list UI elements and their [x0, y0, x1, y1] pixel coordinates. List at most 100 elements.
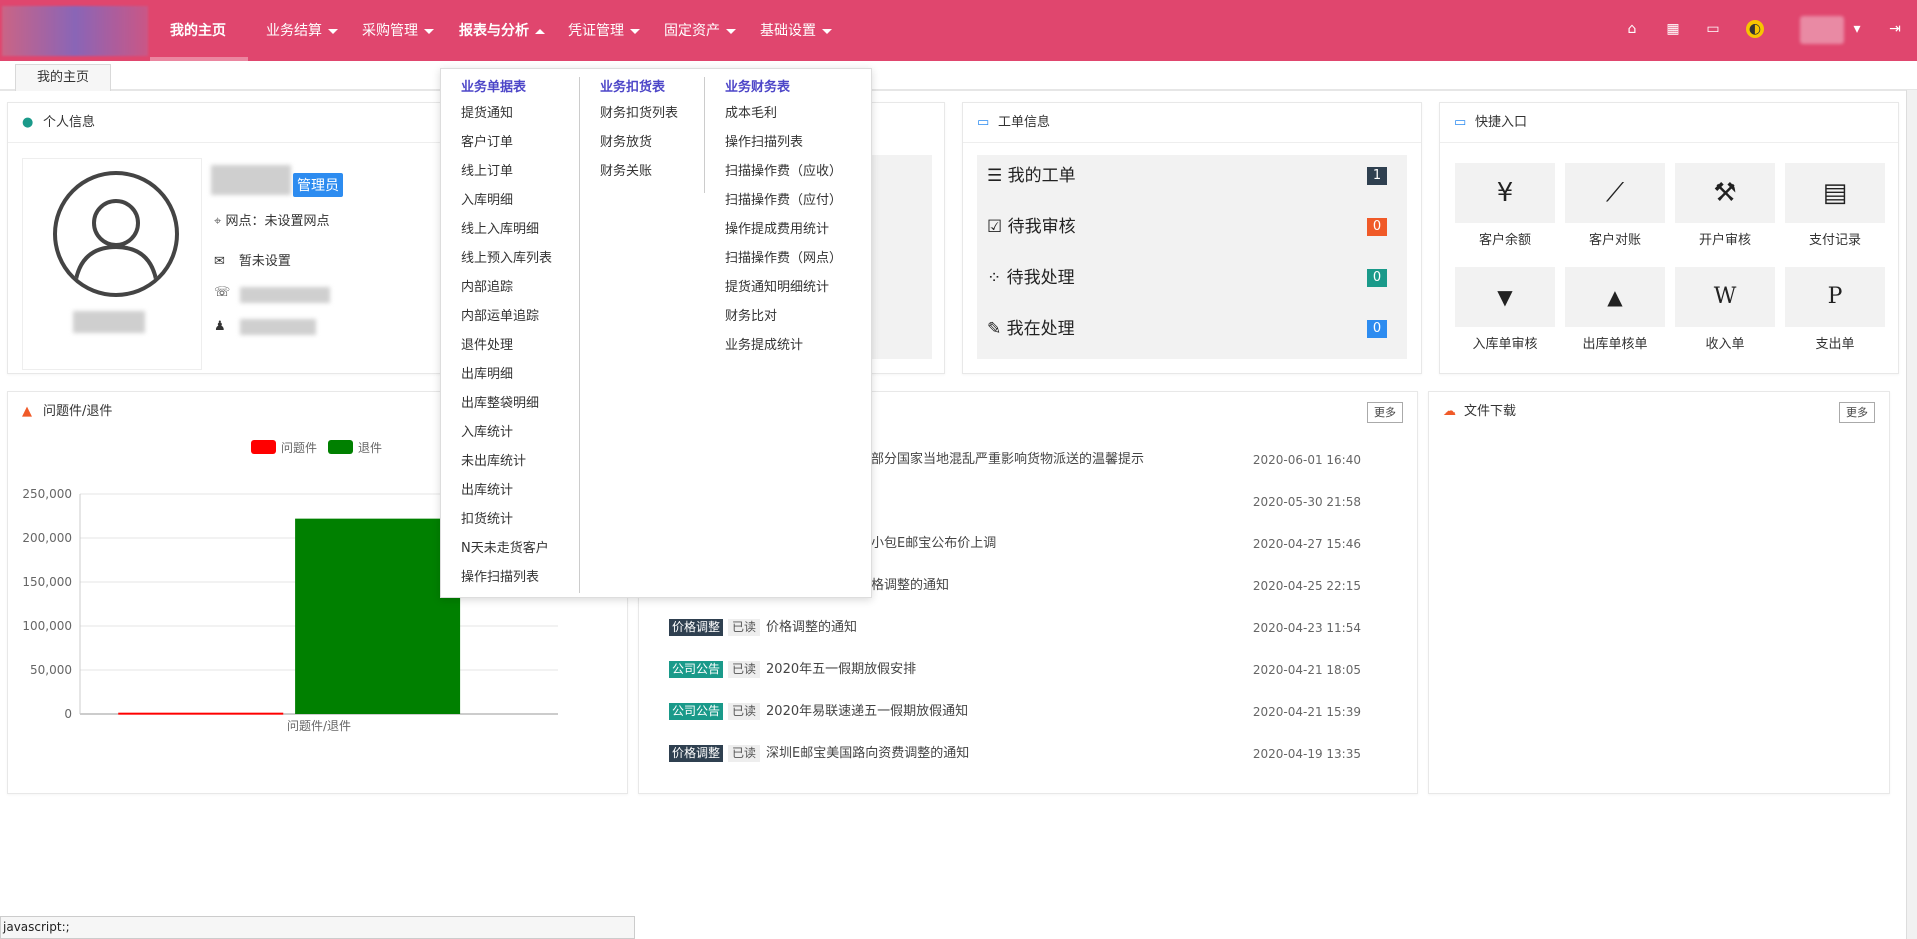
dropdown-item[interactable]: 出库统计 — [461, 476, 552, 505]
dropdown-item[interactable]: 财务比对 — [725, 302, 842, 331]
panel-header: ● 个人信息 — [8, 103, 476, 143]
dropdown-item[interactable]: 入库明细 — [461, 186, 552, 215]
news-date: 2020-04-21 15:39 — [1252, 705, 1361, 719]
dropdown-item[interactable]: 扣货统计 — [461, 505, 552, 534]
quick-income-bill[interactable]: W 收入单 — [1675, 267, 1775, 363]
panel-header: ▭ 快捷入口 — [1440, 103, 1898, 143]
tab-home[interactable]: 我的主页 — [15, 64, 111, 91]
theme-icon[interactable]: ◐ — [1746, 20, 1764, 38]
nav-voucher[interactable]: 凭证管理 — [568, 0, 640, 61]
phone-blurred — [240, 287, 330, 303]
legend-item[interactable]: 问题件 — [251, 440, 317, 455]
scrollbar[interactable] — [1906, 90, 1917, 939]
dropdown-item[interactable]: 客户订单 — [461, 128, 552, 157]
news-date: 2020-04-21 18:05 — [1252, 663, 1361, 677]
workorder-row-mine[interactable]: ☰ 我的工单 1 — [987, 161, 1397, 191]
bar-problem[interactable] — [118, 712, 284, 715]
news-title: 2020年五一假期放假安排 — [766, 662, 917, 677]
dropdown-item[interactable]: 操作扫描列表 — [725, 128, 842, 157]
nav-reports[interactable]: 报表与分析 — [459, 0, 545, 61]
logo[interactable] — [2, 6, 148, 56]
dropdown-item[interactable]: 扫描操作费（应付） — [725, 186, 842, 215]
dropdown-item[interactable]: 成本毛利 — [725, 99, 842, 128]
dropdown-col-business-docs: 业务单据表 提货通知 客户订单 线上订单 入库明细 线上入库明细 线上预入库列表 内部追踪内… — [461, 77, 552, 592]
news-item[interactable]: 价格调整 已读 深圳E邮宝美国路向资费调整的通知 2020-04-19 13:35 — [669, 744, 1389, 764]
legend-label: 问题件 — [281, 441, 317, 455]
quick-account-review[interactable]: ⚒ 开户审核 — [1675, 163, 1775, 259]
dropdown-item[interactable]: 内部追踪 — [461, 273, 552, 302]
news-title: 部分国家当地混乱严重影响货物派送的温馨提示 — [871, 452, 1145, 467]
dropdown-item[interactable]: 线上订单 — [461, 157, 552, 186]
news-item[interactable]: 价格调整 已读 价格调整的通知 2020-04-23 11:54 — [669, 618, 1389, 638]
qq-line: ♟ — [214, 319, 226, 334]
y-tick-label: 200,000 — [22, 531, 72, 545]
divider — [579, 77, 580, 593]
gavel-icon: ⚒ — [1675, 163, 1775, 223]
quick-inbound-review[interactable]: ▼ 入库单审核 — [1455, 267, 1555, 363]
laptop-icon[interactable]: ▭ — [1704, 20, 1722, 38]
legend-item[interactable]: 退件 — [328, 440, 382, 455]
dropdown-item[interactable]: 出库整袋明细 — [461, 389, 552, 418]
dropdown-item[interactable]: 操作提成费用统计 — [725, 215, 842, 244]
category-tag: 公司公告 — [669, 703, 724, 720]
avatar[interactable] — [1800, 16, 1844, 44]
y-tick-label: 250,000 — [22, 487, 72, 501]
quick-outbound-check[interactable]: ▲ 出库单核单 — [1565, 267, 1665, 363]
dropdown-item[interactable]: 未出库统计 — [461, 447, 552, 476]
dropdown-item[interactable]: 财务放货 — [600, 128, 678, 157]
logout-icon[interactable]: ⇥ — [1886, 20, 1904, 38]
dropdown-item[interactable]: 提货通知 — [461, 99, 552, 128]
home-icon[interactable]: ⌂ — [1623, 20, 1641, 38]
dropdown-item[interactable]: 业务提成统计 — [725, 331, 842, 360]
bar-return[interactable] — [295, 518, 461, 714]
news-item[interactable]: 2020-05-30 21:58 — [871, 492, 1389, 512]
card-icon: ▭ — [1454, 115, 1467, 130]
news-item[interactable]: 小包E邮宝公布价上调 2020-04-27 15:46 — [871, 534, 1389, 554]
news-item[interactable]: 公司公告 已读 2020年五一假期放假安排 2020-04-21 18:05 — [669, 660, 1389, 680]
more-button[interactable]: 更多 — [1367, 402, 1403, 423]
more-button[interactable]: 更多 — [1839, 402, 1875, 423]
spinner-icon: ⁘ — [987, 268, 1002, 288]
chevron-down-icon[interactable]: ▾ — [1848, 20, 1866, 38]
grid-icon[interactable]: ▦ — [1664, 20, 1682, 38]
read-status-badge: 已读 — [728, 661, 761, 678]
news-item[interactable]: 格调整的通知 2020-04-25 22:15 — [871, 576, 1389, 596]
workorder-row-review[interactable]: ☑ 待我审核 0 — [987, 212, 1397, 242]
quick-expense-bill[interactable]: P 支出单 — [1785, 267, 1885, 363]
chevron-up-icon — [535, 28, 545, 34]
dropdown-item[interactable]: 财务扣货列表 — [600, 99, 678, 128]
dropdown-item[interactable]: 退件处理 — [461, 331, 552, 360]
dropdown-item[interactable]: 财务关账 — [600, 157, 678, 186]
divider — [704, 77, 705, 193]
quick-customer-reconcile[interactable]: ⟋ 客户对账 — [1565, 163, 1665, 259]
y-tick-label: 0 — [64, 707, 72, 721]
quick-customer-balance[interactable]: ¥ 客户余额 — [1455, 163, 1555, 259]
dropdown-item[interactable]: 线上预入库列表 — [461, 244, 552, 273]
nav-business-settlement[interactable]: 业务结算 — [266, 0, 338, 61]
dropdown-item[interactable]: 操作扫描列表 — [461, 563, 552, 592]
workorder-row-pending[interactable]: ⁘ 待我处理 0 — [987, 263, 1397, 293]
dropdown-col-finance: 业务财务表 成本毛利 操作扫描列表 扫描操作费（应收） 扫描操作费（应付） 操作提成费用… — [725, 77, 842, 360]
dropdown-item[interactable]: 提货通知明细统计 — [725, 273, 842, 302]
dropdown-item[interactable]: 扫描操作费（应收） — [725, 157, 842, 186]
dropdown-item[interactable]: 入库统计 — [461, 418, 552, 447]
nav-purchase[interactable]: 采购管理 — [362, 0, 434, 61]
nav-basic-settings[interactable]: 基础设置 — [760, 0, 832, 61]
news-date: 2020-06-01 16:40 — [1252, 453, 1361, 467]
workorder-row-processing[interactable]: ✎ 我在处理 0 — [987, 314, 1397, 344]
dropdown-item[interactable]: N天未走货客户 — [461, 534, 552, 563]
quick-entry-panel: ▭ 快捷入口 ¥ 客户余额 ⟋ 客户对账 ⚒ 开户审核 ▤ 支付记录 ▼ 入库单审核 ▲ 出… — [1439, 102, 1899, 374]
dropdown-col-heading: 业务扣货表 — [600, 80, 666, 95]
dropdown-item[interactable]: 线上入库明细 — [461, 215, 552, 244]
count-badge: 0 — [1367, 218, 1387, 236]
dropdown-item[interactable]: 内部运单追踪 — [461, 302, 552, 331]
nav-home[interactable]: 我的主页 — [170, 0, 226, 61]
news-date: 2020-04-23 11:54 — [1252, 621, 1361, 635]
nav-fixed-assets[interactable]: 固定资产 — [664, 0, 736, 61]
quick-payment-record[interactable]: ▤ 支付记录 — [1785, 163, 1885, 259]
phone-line: ☏ — [214, 285, 230, 300]
news-item[interactable]: 部分国家当地混乱严重影响货物派送的温馨提示 2020-06-01 16:40 — [871, 450, 1389, 470]
news-item[interactable]: 公司公告 已读 2020年易联速递五一假期放假通知 2020-04-21 15:39 — [669, 702, 1389, 722]
dropdown-item[interactable]: 扫描操作费（网点） — [725, 244, 842, 273]
dropdown-item[interactable]: 出库明细 — [461, 360, 552, 389]
